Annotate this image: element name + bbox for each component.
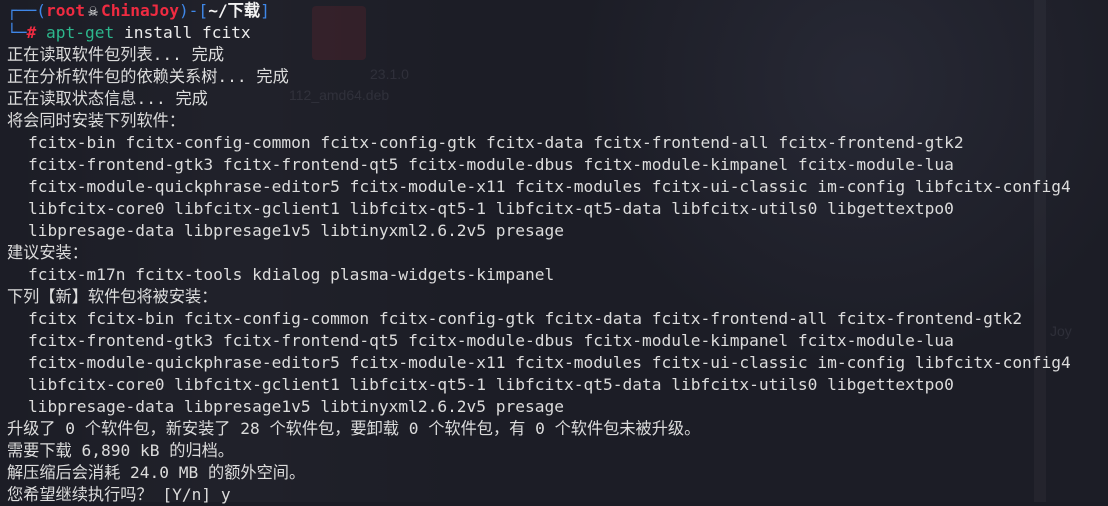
suggested-packages-line: fcitx-m17n fcitx-tools kdialog plasma-wi…: [28, 265, 555, 284]
additional-packages-line: fcitx-frontend-gtk3 fcitx-frontend-qt5 f…: [28, 155, 954, 174]
prompt-host: ChinaJoy: [100, 1, 179, 20]
disk-space-usage: 解压缩后会消耗 24.0 MB 的额外空间。: [7, 463, 306, 482]
prompt-box-right: ]: [260, 1, 270, 20]
new-packages-line: libfcitx-core0 libfcitx-gclient1 libfcit…: [28, 375, 954, 394]
continue-confirmation-prompt[interactable]: 您希望继续执行吗？ [Y/n] y: [7, 484, 1108, 506]
command-line[interactable]: └─# apt-get install fcitx: [7, 22, 1108, 44]
new-packages-header: 下列【新】软件包将被安装：: [7, 287, 218, 306]
reading-package-lists: 正在读取软件包列表... 完成: [7, 45, 225, 64]
suggested-packages-header: 建议安装：: [7, 243, 88, 262]
dependency-tree-status: 正在分析软件包的依赖关系树... 完成: [7, 67, 289, 86]
additional-packages-line: libpresage-data libpresage1v5 libtinyxml…: [28, 221, 565, 240]
prompt-user: root: [45, 1, 85, 20]
prompt-corner: └─: [7, 23, 27, 42]
prompt-box-middle: )-[: [178, 1, 209, 20]
additional-packages-line: fcitx-module-quickphrase-editor5 fcitx-m…: [28, 177, 1071, 196]
prompt-box-left: ┌──(: [7, 1, 46, 20]
additional-packages-line: fcitx-bin fcitx-config-common fcitx-conf…: [28, 133, 964, 152]
new-packages-line: libpresage-data libpresage1v5 libtinyxml…: [28, 397, 565, 416]
additional-packages-header: 将会同时安装下列软件：: [7, 111, 186, 130]
upgrade-summary: 升级了 0 个软件包，新安装了 28 个软件包，要卸载 0 个软件包，有 0 个…: [7, 419, 701, 438]
new-packages-line: fcitx fcitx-bin fcitx-config-common fcit…: [28, 309, 1023, 328]
new-packages-line: fcitx-frontend-gtk3 fcitx-frontend-qt5 f…: [28, 331, 954, 350]
prompt-path: ~/下载: [208, 1, 261, 20]
new-packages-line: fcitx-module-quickphrase-editor5 fcitx-m…: [28, 353, 1071, 372]
reading-state-status: 正在读取状态信息... 完成: [7, 89, 208, 108]
skull-icon: ☠: [88, 1, 98, 20]
prompt-line-top: ┌──(root ☠ ChinaJoy)-[~/下载]: [7, 0, 1108, 22]
terminal-window[interactable]: ┌──(root ☠ ChinaJoy)-[~/下载] └─# apt-get in…: [0, 0, 1108, 504]
download-size: 需要下载 6,890 kB 的归档。: [7, 441, 234, 460]
additional-packages-line: libfcitx-core0 libfcitx-gclient1 libfcit…: [28, 199, 954, 218]
command-name: apt-get: [46, 23, 115, 42]
command-arguments: install fcitx: [123, 23, 251, 42]
root-hash: #: [26, 23, 37, 42]
